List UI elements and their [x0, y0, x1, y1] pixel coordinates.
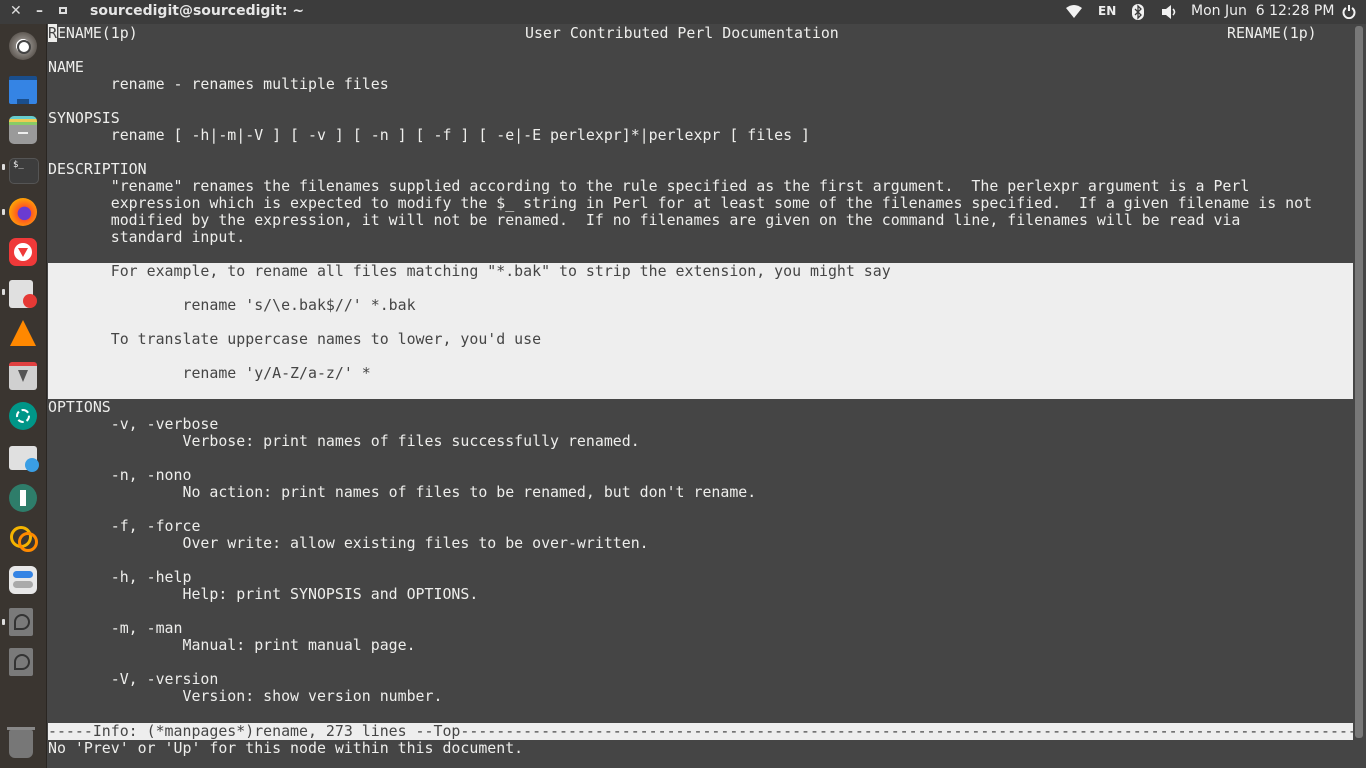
edit-pencil-icon	[23, 294, 37, 308]
option-description: No action: print names of files to be re…	[48, 483, 757, 501]
option-description: Verbose: print names of files successful…	[48, 432, 640, 450]
option-flag: -n, -nono	[48, 466, 192, 484]
bluetooth-icon[interactable]	[1132, 4, 1144, 24]
description-line: "rename" renames the filenames supplied …	[48, 177, 1250, 195]
vlc-cone-icon	[10, 320, 36, 346]
launcher-terminal[interactable]: $_	[9, 158, 39, 184]
volume-icon[interactable]	[1161, 5, 1179, 23]
close-button[interactable]: ✕	[10, 3, 22, 19]
example-line: For example, to rename all files matchin…	[48, 262, 891, 280]
description-line: standard input.	[48, 228, 246, 246]
launcher-drive-2[interactable]	[9, 648, 33, 676]
shutter-icon	[16, 409, 30, 423]
launcher-vivaldi[interactable]	[9, 238, 37, 266]
top-panel: ✕ – sourcedigit@sourcedigit: ~ EN Mon Ju…	[0, 0, 1366, 24]
ubuntu-logo-icon	[17, 40, 31, 54]
desktop-icon	[17, 99, 29, 104]
text-cursor: R	[48, 24, 57, 42]
launcher-tweaks[interactable]	[9, 566, 37, 594]
launcher-app-link[interactable]	[9, 524, 38, 552]
info-mode-line: -----Info: (*manpages*)rename, 273 lines…	[48, 723, 1353, 740]
man-header-right: RENAME(1p)	[1227, 24, 1317, 42]
launcher-text-editor[interactable]	[9, 280, 37, 308]
description-line: modified by the expression, it will not …	[48, 211, 1241, 229]
option-description: Version: show version number.	[48, 687, 443, 705]
launcher-file-cabinet[interactable]	[9, 116, 37, 144]
wrench-gear-icon	[20, 490, 26, 506]
launcher-vlc[interactable]	[9, 320, 37, 348]
launcher-ubuntu-dash[interactable]	[9, 32, 37, 60]
option-flag: -h, -help	[48, 568, 192, 586]
minimize-button[interactable]: –	[36, 3, 43, 19]
option-flag: -v, -verbose	[48, 415, 219, 433]
example-command: rename 'y/A-Z/a-z/' *	[48, 364, 371, 382]
example-line: To translate uppercase names to lower, y…	[48, 330, 542, 348]
power-icon[interactable]	[1342, 5, 1356, 23]
window-title: sourcedigit@sourcedigit: ~	[90, 3, 305, 19]
clock[interactable]: Mon Jun 6 12:28 PM	[1191, 3, 1334, 19]
section-heading-description: DESCRIPTION	[48, 160, 147, 178]
file-cabinet-icon	[18, 132, 28, 134]
drive-icon	[14, 614, 30, 630]
wifi-icon[interactable]	[1066, 5, 1082, 22]
maximize-button[interactable]	[59, 7, 67, 14]
description-line: expression which is expected to modify t…	[48, 194, 1313, 212]
section-heading-synopsis: SYNOPSIS	[48, 109, 120, 127]
drive-icon	[14, 654, 30, 670]
option-description: Over write: allow existing files to be o…	[48, 534, 649, 552]
option-flag: -m, -man	[48, 619, 183, 637]
launcher: $_	[0, 24, 47, 768]
option-description: Manual: print manual page.	[48, 636, 416, 654]
option-description: Help: print SYNOPSIS and OPTIONS.	[48, 585, 479, 603]
briefcase-download-icon	[25, 458, 39, 472]
synopsis-text: rename [ -h|-m|-V ] [ -v ] [ -n ] [ -f ]…	[48, 126, 811, 144]
section-heading-name: NAME	[48, 58, 84, 76]
launcher-trash[interactable]	[7, 727, 35, 758]
keyboard-layout-indicator[interactable]: EN	[1098, 4, 1116, 18]
download-arrow-icon	[18, 370, 28, 382]
launcher-installer[interactable]	[9, 362, 37, 390]
launcher-show-desktop[interactable]	[9, 76, 37, 104]
launcher-firefox[interactable]	[9, 198, 37, 226]
launcher-shutter[interactable]	[9, 402, 37, 430]
name-text: rename - renames multiple files	[48, 75, 389, 93]
option-flag: -V, -version	[48, 670, 219, 688]
section-heading-options: OPTIONS	[48, 398, 111, 416]
echo-area: No 'Prev' or 'Up' for this node within t…	[48, 739, 524, 757]
launcher-software-updater[interactable]	[9, 446, 39, 472]
toggle-icon	[13, 571, 33, 578]
man-header-center: User Contributed Perl Documentation	[525, 24, 839, 42]
terminal-icon: $_	[13, 160, 24, 170]
launcher-drive-1[interactable]	[9, 608, 33, 636]
terminal-scrollbar[interactable]	[1355, 26, 1363, 738]
example-command: rename 's/\e.bak$//' *.bak	[48, 296, 416, 314]
man-header-left: RENAME(1p)	[48, 24, 138, 42]
trash-icon	[7, 727, 35, 730]
option-flag: -f, -force	[48, 517, 201, 535]
launcher-settings-tool[interactable]	[9, 484, 37, 512]
terminal-window[interactable]: RENAME(1p) User Contributed Perl Documen…	[47, 24, 1353, 768]
